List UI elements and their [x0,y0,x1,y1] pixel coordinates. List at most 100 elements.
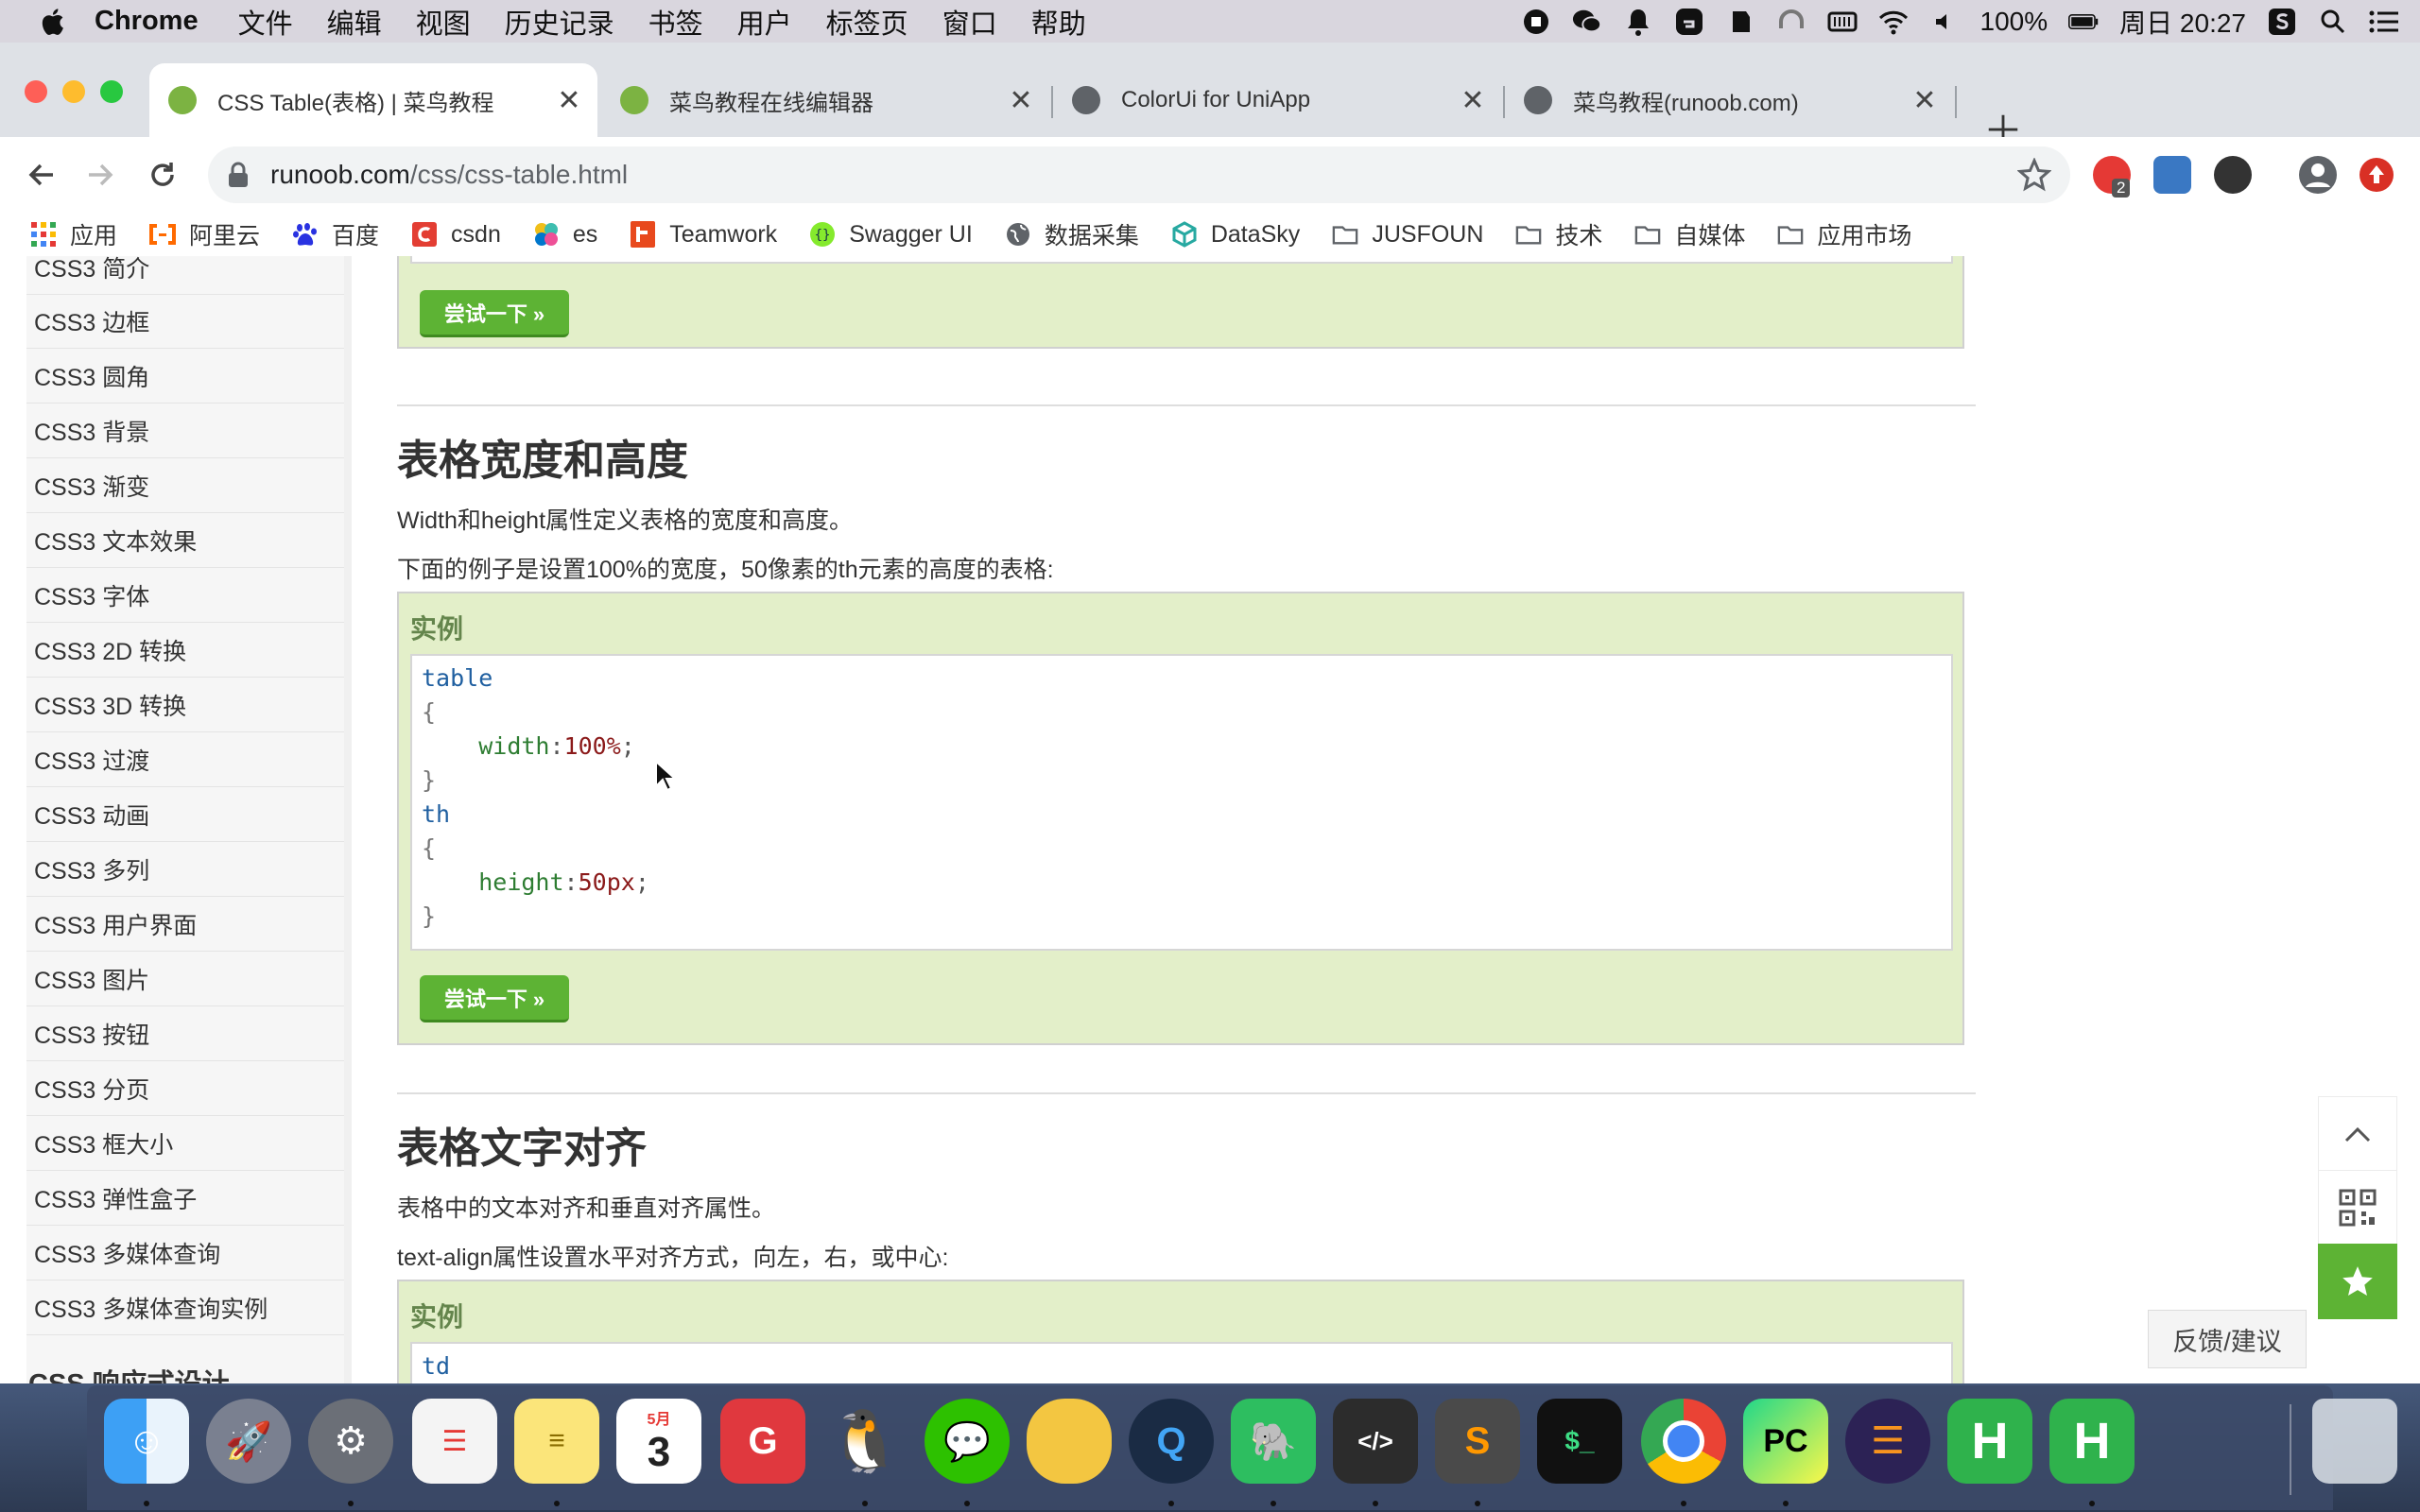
evernote-menubar-icon[interactable] [1725,7,1755,37]
evernote-dock-icon[interactable]: 🐘 [1231,1399,1316,1484]
tab-runoob-home[interactable]: 菜鸟教程(runoob.com) ✕ [1505,63,1953,137]
notification-center-icon[interactable] [2369,7,2399,37]
menubar-clock[interactable]: 周日 20:27 [2119,3,2246,41]
favorite-button[interactable] [2318,1244,2397,1319]
qr-code-button[interactable] [2318,1170,2397,1246]
tab-online-editor[interactable]: 菜鸟教程在线编辑器 ✕ [601,63,1049,137]
sidebar-item-css3-flexbox[interactable]: CSS3 弹性盒子 [26,1172,344,1226]
back-arrow-icon[interactable] [21,154,62,196]
sidebar-item-css3-gradients[interactable]: CSS3 渐变 [26,459,344,513]
bookmark-teamwork[interactable]: Teamwork [630,221,777,249]
menu-view[interactable]: 视图 [416,2,471,42]
headphones-icon[interactable] [1776,7,1806,37]
tab-close-icon[interactable]: ✕ [1460,84,1486,117]
menu-history[interactable]: 历史记录 [505,2,614,42]
menu-file[interactable]: 文件 [238,2,293,42]
bookmark-apps[interactable]: 应用 [30,217,117,251]
sidebar-item-css3-multi-column[interactable]: CSS3 多列 [26,843,344,897]
notification-bell-icon[interactable] [1623,7,1653,37]
tab-css-table[interactable]: CSS Table(表格) | 菜鸟教程 ✕ [149,63,597,137]
feedback-button[interactable]: 反馈/建议 [2148,1310,2307,1368]
sidebar-item-css3-rounded[interactable]: CSS3 圆角 [26,350,344,404]
bookmark-folder-media[interactable]: 自媒体 [1634,217,1745,251]
menu-app-chrome[interactable]: Chrome [95,6,199,37]
sidebar-item-css3-buttons[interactable]: CSS3 按钮 [26,1007,344,1061]
chrome-dock-icon[interactable] [1641,1399,1726,1484]
bookmark-star-icon[interactable] [2017,158,2051,192]
apple-logo-icon[interactable] [38,6,70,38]
finder-icon[interactable]: ☺ [104,1399,189,1484]
address-bar[interactable]: runoob.com/css/css-table.html [208,146,2070,203]
terminal-icon[interactable]: $_ [1537,1399,1622,1484]
code-editor-icon[interactable]: </> [1333,1399,1418,1484]
sogou-input-icon[interactable] [2267,7,2297,37]
sidebar-item-css3-box-sizing[interactable]: CSS3 框大小 [26,1117,344,1171]
system-preferences-gear-icon[interactable]: ⚙ [308,1399,393,1484]
sidebar-item-css3-user-interface[interactable]: CSS3 用户界面 [26,898,344,952]
quicktime-icon[interactable]: Q [1129,1399,1214,1484]
back-to-top-button[interactable] [2318,1096,2397,1172]
menu-tab[interactable]: 标签页 [826,2,908,42]
sidebar-item-css3-text-effects[interactable]: CSS3 文本效果 [26,514,344,568]
bookmark-folder-tech[interactable]: 技术 [1515,217,1602,251]
window-minimize-button[interactable] [62,80,85,103]
bookmark-datasky[interactable]: DataSky [1171,221,1300,249]
tab-close-icon[interactable]: ✕ [556,84,582,117]
trash-icon[interactable] [2312,1399,2397,1484]
gitee-icon[interactable] [1674,7,1704,37]
menu-help[interactable]: 帮助 [1031,2,1086,42]
sidebar-item-css3-2d[interactable]: CSS3 2D 转换 [26,624,344,678]
notes-icon[interactable]: ≡ [514,1399,599,1484]
gitee-client-icon[interactable]: G [720,1399,805,1484]
reminders-icon[interactable]: ☰ [412,1399,497,1484]
chrome-update-icon[interactable] [2358,156,2395,194]
launchpad-rocket-icon[interactable]: 🚀 [206,1399,291,1484]
menu-people[interactable]: 用户 [737,2,792,42]
tab-close-icon[interactable]: ✕ [1008,84,1034,117]
reload-icon[interactable] [142,154,183,196]
sidebar-item-css3-3d[interactable]: CSS3 3D 转换 [26,679,344,732]
hbuilderx-icon[interactable]: H [2049,1399,2135,1484]
sidebar-item-css3-intro[interactable]: CSS3 简介 [26,256,344,295]
wechat-dock-icon[interactable]: 💬 [925,1399,1010,1484]
memory-icon[interactable] [1827,7,1858,37]
code-block[interactable]: td [410,1342,1953,1383]
sidebar-item-css3-transitions[interactable]: CSS3 过渡 [26,733,344,787]
pycharm-icon[interactable]: PC [1743,1399,1828,1484]
bookmark-baidu[interactable]: 百度 [292,217,379,251]
try-it-button[interactable]: 尝试一下 » [420,975,569,1022]
lock-icon[interactable] [227,162,250,188]
hbuilder-icon[interactable]: H [1947,1399,2032,1484]
sidebar-item-css3-animations[interactable]: CSS3 动画 [26,788,344,842]
sidebar-item-css3-background[interactable]: CSS3 背景 [26,404,344,458]
sidebar-item-css3-media-query-examples[interactable]: CSS3 多媒体查询实例 [26,1281,344,1335]
code-block[interactable]: table { width:100%; } th { height:50px; … [410,654,1953,951]
sidebar-item-css3-borders[interactable]: CSS3 边框 [26,295,344,349]
calendar-icon[interactable]: 5月 3 [616,1399,701,1484]
try-it-button[interactable]: 尝试一下 » [420,290,569,337]
bookmark-folder-appstore[interactable]: 应用市场 [1777,217,1911,251]
menu-edit[interactable]: 编辑 [327,2,382,42]
sidebar-item-css3-media-queries[interactable]: CSS3 多媒体查询 [26,1227,344,1280]
battery-icon[interactable] [2068,7,2099,37]
bookmark-swagger[interactable]: {} Swagger UI [809,221,973,249]
sequel-pro-icon[interactable] [1027,1399,1112,1484]
qq-penguin-icon[interactable]: 🐧 [822,1399,908,1484]
sidebar-item-css3-pagination[interactable]: CSS3 分页 [26,1062,344,1116]
bookmark-folder-jusfoun[interactable]: JUSFOUN [1332,221,1483,249]
volume-icon[interactable] [1929,7,1960,37]
spotlight-search-icon[interactable] [2318,7,2348,37]
sidebar-item-css3-images[interactable]: CSS3 图片 [26,953,344,1006]
tab-colorui[interactable]: ColorUi for UniApp ✕ [1053,63,1501,137]
forward-arrow-icon[interactable] [79,154,121,196]
bookmark-aliyun[interactable]: 阿里云 [149,217,260,251]
s-extension-icon[interactable] [2153,156,2191,194]
wifi-icon[interactable] [1878,7,1909,37]
menu-window[interactable]: 窗口 [942,2,997,42]
window-zoom-button[interactable] [100,80,123,103]
wechat-icon[interactable] [1572,7,1602,37]
screen-record-icon[interactable] [1521,7,1551,37]
evernote-extension-icon[interactable] [2214,156,2252,194]
eclipse-icon[interactable]: ☰ [1845,1399,1930,1484]
menu-bookmarks[interactable]: 书签 [648,2,703,42]
